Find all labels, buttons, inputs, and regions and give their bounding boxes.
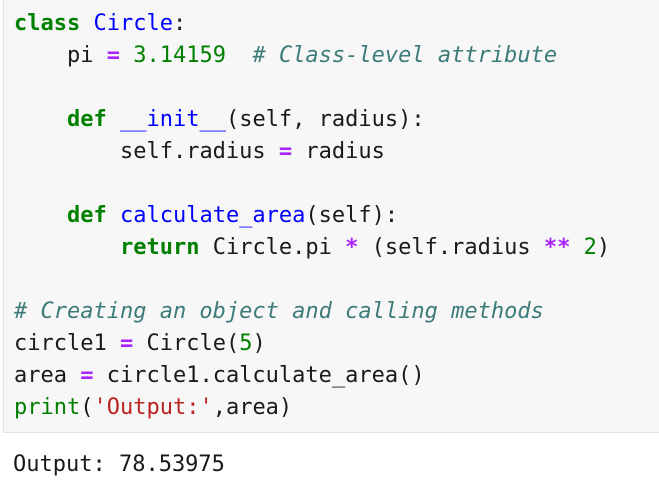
operator-multiply: * [345, 235, 359, 260]
number-literal: 5 [239, 331, 253, 356]
cell-output: Output: 78.53975 [13, 452, 225, 477]
assign-target: self.radius [119, 139, 266, 164]
function-name: calculate_area [119, 203, 306, 228]
operator-assign: = [278, 139, 293, 164]
code-cell[interactable]: class Circle: pi = 3.14159 # Class-level… [3, 0, 659, 433]
operator-assign: = [80, 363, 94, 388]
constructor-call: Circle( [146, 331, 240, 356]
operator-power: ** [543, 235, 571, 260]
keyword-class: class [14, 11, 81, 36]
comment: # Class-level attribute [252, 43, 558, 68]
code-line-12: area = circle1.calculate_area() [14, 360, 610, 392]
call-args: ,area) [212, 395, 293, 420]
colon: : [172, 11, 187, 36]
number-literal: 3.14159 [133, 43, 226, 68]
comment: # Creating an object and calling methods [14, 299, 544, 324]
expression: (self.radius [358, 235, 544, 260]
code-line-7: def calculate_area(self): [14, 200, 610, 232]
method-call: circle1.calculate_area() [106, 363, 425, 388]
function-args: (self): [305, 203, 399, 228]
code-editor[interactable]: class Circle: pi = 3.14159 # Class-level… [14, 8, 610, 424]
variable-area: area [14, 363, 67, 388]
close-paren: ) [252, 331, 266, 356]
open-paren: ( [80, 395, 94, 420]
variable-pi: pi [66, 43, 94, 68]
class-name: Circle [93, 11, 173, 36]
code-line-2: pi = 3.14159 # Class-level attribute [14, 40, 610, 72]
code-line-11: circle1 = Circle(5) [14, 328, 610, 360]
code-line-1: class Circle: [14, 8, 610, 40]
string-literal: 'Output:' [93, 395, 213, 420]
operator-assign: = [106, 43, 120, 68]
assign-value: radius [305, 139, 385, 164]
code-line-10: # Creating an object and calling methods [14, 296, 610, 328]
function-args: (self, radius): [225, 107, 425, 132]
builtin-print: print [14, 395, 81, 420]
number-literal: 2 [583, 235, 597, 260]
keyword-return: return [119, 235, 200, 260]
code-line-4: def __init__(self, radius): [14, 104, 610, 136]
code-line-8: return Circle.pi * (self.radius ** 2) [14, 232, 610, 264]
function-name: __init__ [119, 107, 226, 132]
code-line-13: print('Output:',area) [14, 392, 610, 424]
keyword-def: def [66, 107, 107, 132]
code-line-5: self.radius = radius [14, 136, 610, 168]
variable-circle1: circle1 [14, 331, 107, 356]
close-paren: ) [596, 235, 611, 260]
expression: Circle.pi [212, 235, 346, 260]
keyword-def: def [66, 203, 107, 228]
operator-assign: = [119, 331, 134, 356]
